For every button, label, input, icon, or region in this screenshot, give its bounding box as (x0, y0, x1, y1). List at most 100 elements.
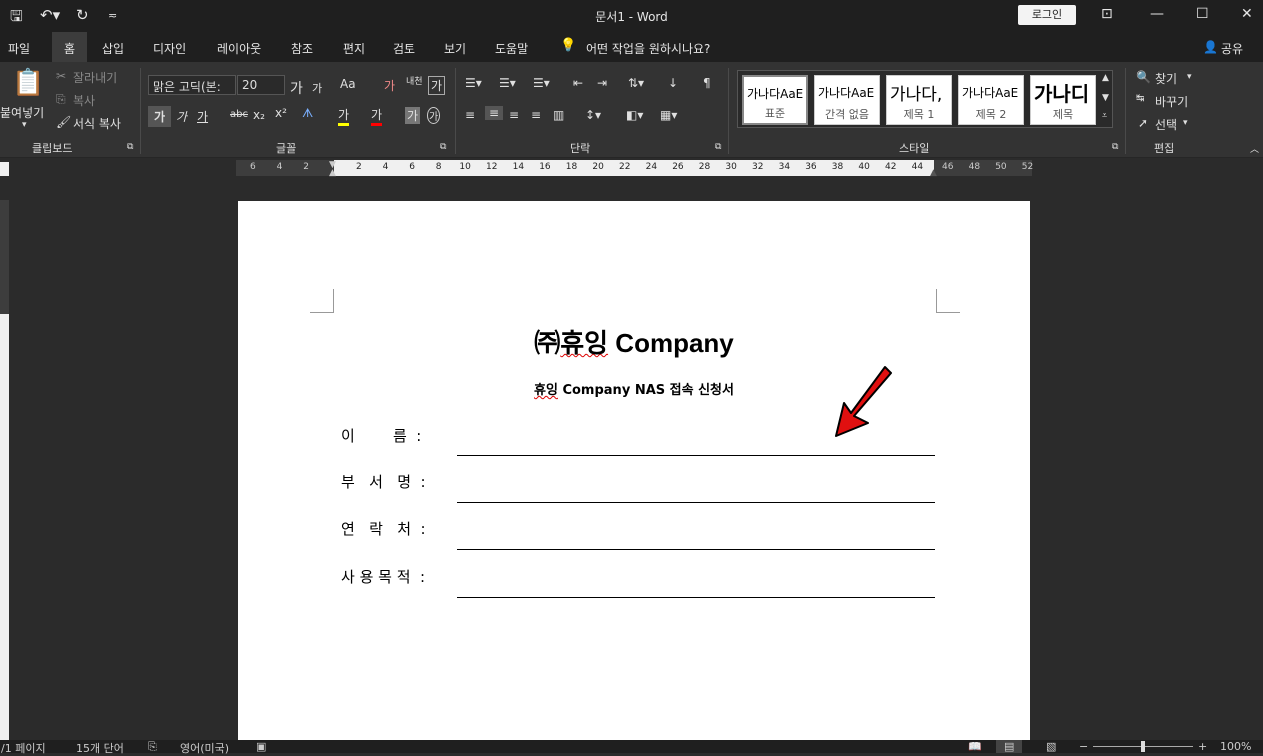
styles-scroll-down-icon[interactable]: ▼ (1102, 93, 1109, 103)
grow-font-button[interactable]: 가 (290, 78, 303, 98)
proofing-icon[interactable]: ⎘ (148, 740, 157, 754)
tab-help[interactable]: 도움말 (495, 40, 528, 57)
print-layout-icon[interactable]: ▤ (996, 740, 1023, 753)
copy-icon[interactable]: ⎘ (56, 92, 66, 107)
italic-button[interactable]: 가 (176, 108, 187, 125)
bold-button[interactable]: 가 (148, 106, 172, 127)
replace-icon[interactable]: ↹ (1136, 93, 1144, 104)
collapse-ribbon-icon[interactable]: ︿ (1250, 142, 1259, 155)
word-count[interactable]: 15개 단어 (76, 740, 124, 756)
style-heading-2[interactable]: 가나다AaE 제목 2 (958, 75, 1024, 125)
shrink-font-button[interactable]: 가 (312, 80, 322, 96)
tab-mailings[interactable]: 편지 (343, 40, 365, 57)
tab-layout[interactable]: 레이아웃 (217, 40, 261, 57)
text-effects-icon[interactable]: ᗑ (302, 106, 313, 121)
show-marks-icon[interactable]: ¶ (703, 76, 711, 90)
style-title[interactable]: 가나디 제목 (1030, 75, 1096, 125)
right-indent-marker[interactable]: ▲ (930, 168, 937, 178)
paste-icon[interactable]: 📋 (12, 68, 44, 98)
text-direction-icon[interactable]: ⇅▾ (628, 76, 644, 90)
vertical-ruler[interactable] (0, 200, 9, 740)
left-indent-marker[interactable]: ▲ (329, 168, 336, 178)
format-painter-icon[interactable]: 🖌 (56, 115, 71, 129)
document-page[interactable]: ㈜휴잉 Company 휴잉 Company NAS 접속 신청서 이 름 : … (238, 201, 1030, 746)
tab-design[interactable]: 디자인 (153, 40, 186, 57)
tab-selector[interactable] (0, 162, 9, 176)
borders-icon[interactable]: ▦▾ (660, 108, 677, 122)
distributed-icon[interactable]: ▥ (553, 108, 564, 122)
change-case-button[interactable]: Aa (340, 77, 356, 91)
numbering-icon[interactable]: ☰▾ (499, 76, 516, 90)
tell-me-search[interactable]: 어떤 작업을 원하시나요? (586, 40, 710, 57)
font-launcher-icon[interactable]: ⧉ (440, 142, 446, 152)
ribbon-display-options-icon[interactable]: ⊡ (1101, 6, 1113, 22)
tab-references[interactable]: 참조 (291, 40, 313, 57)
tab-view[interactable]: 보기 (444, 40, 466, 57)
page-count[interactable]: 1/1 페이지 (0, 740, 46, 756)
scissors-icon[interactable]: ✂ (56, 69, 66, 83)
minimize-icon[interactable]: — (1150, 6, 1164, 22)
align-left-icon[interactable]: ≡ (465, 108, 475, 122)
tab-review[interactable]: 검토 (393, 40, 415, 57)
share-button[interactable]: 공유 (1221, 40, 1243, 57)
login-button[interactable]: 로그인 (1018, 5, 1076, 25)
strikethrough-button[interactable]: abc (230, 109, 248, 120)
phonetic-guide-button[interactable]: 내천 (406, 74, 423, 87)
styles-more-icon[interactable]: ⩡ (1102, 111, 1107, 121)
clear-format-button[interactable]: 가 (384, 77, 395, 94)
zoom-out-icon[interactable]: − (1079, 740, 1088, 753)
paste-button[interactable]: 붙여넣기 (0, 104, 44, 121)
select-dropdown-icon[interactable]: ▾ (1183, 118, 1188, 128)
tab-home[interactable]: 홈 (52, 32, 88, 62)
find-icon[interactable]: 🔍 (1136, 70, 1151, 84)
align-center-icon[interactable]: ≡ (485, 106, 504, 120)
highlight-button[interactable]: 가 (338, 106, 350, 126)
select-button[interactable]: 선택 (1155, 116, 1177, 133)
clipboard-launcher-icon[interactable]: ⧉ (127, 142, 133, 152)
enclose-chars-button[interactable]: 가 (427, 107, 441, 124)
font-name-select[interactable]: 맑은 고딕(본: (148, 75, 236, 95)
macro-icon[interactable]: ▣ (256, 740, 266, 753)
find-button[interactable]: 찾기 (1155, 70, 1177, 87)
style-no-spacing[interactable]: 가나다AaE 간격 없음 (814, 75, 880, 125)
font-size-select[interactable]: 20 (237, 75, 285, 95)
replace-button[interactable]: 바꾸기 (1155, 93, 1188, 110)
justify-icon[interactable]: ≡ (531, 108, 541, 122)
paragraph-launcher-icon[interactable]: ⧉ (715, 142, 721, 152)
style-normal[interactable]: 가나다AaE 표준 (742, 75, 808, 125)
styles-scroll-up-icon[interactable]: ▲ (1102, 73, 1109, 83)
document-subtitle[interactable]: 휴잉 Company NAS 접속 신청서 (238, 379, 1030, 398)
format-painter-button[interactable]: 서식 복사 (73, 115, 121, 132)
copy-button[interactable]: 복사 (73, 92, 95, 109)
align-right-icon[interactable]: ≡ (509, 108, 519, 122)
decrease-indent-icon[interactable]: ⇤ (573, 76, 583, 90)
select-icon[interactable]: ➚ (1138, 116, 1148, 130)
close-icon[interactable]: ✕ (1241, 6, 1253, 22)
subscript-button[interactable]: x₂ (253, 108, 265, 122)
line-spacing-icon[interactable]: ↕▾ (585, 108, 601, 122)
multilevel-list-icon[interactable]: ☰▾ (533, 76, 550, 90)
paste-dropdown-icon[interactable]: ▾ (22, 120, 27, 130)
cut-button[interactable]: 잘라내기 (73, 69, 117, 86)
zoom-level[interactable]: 100% (1220, 740, 1251, 753)
document-title[interactable]: ㈜휴잉 Company (238, 323, 1030, 360)
font-color-button[interactable]: 가 (371, 106, 383, 126)
tab-file[interactable]: 파일 (8, 40, 30, 57)
zoom-slider-thumb[interactable] (1141, 741, 1145, 752)
char-shading-button[interactable]: 가 (405, 107, 421, 124)
char-border-button[interactable]: 가 (428, 76, 446, 95)
read-mode-icon[interactable]: 📖 (968, 740, 982, 753)
bullets-icon[interactable]: ☰▾ (465, 76, 482, 90)
language-indicator[interactable]: 영어(미국) (180, 740, 229, 756)
superscript-button[interactable]: x² (275, 106, 287, 120)
sort-icon[interactable]: ↓ (668, 76, 678, 90)
style-heading-1[interactable]: 가나다, 제목 1 (886, 75, 952, 125)
zoom-in-icon[interactable]: + (1198, 740, 1207, 753)
styles-launcher-icon[interactable]: ⧉ (1112, 142, 1118, 152)
web-layout-icon[interactable]: ▧ (1046, 740, 1056, 753)
shading-icon[interactable]: ◧▾ (626, 108, 643, 122)
increase-indent-icon[interactable]: ⇥ (597, 76, 607, 90)
find-dropdown-icon[interactable]: ▾ (1187, 72, 1192, 82)
underline-button[interactable]: 가 (197, 108, 208, 125)
maximize-icon[interactable]: ☐ (1196, 6, 1209, 22)
